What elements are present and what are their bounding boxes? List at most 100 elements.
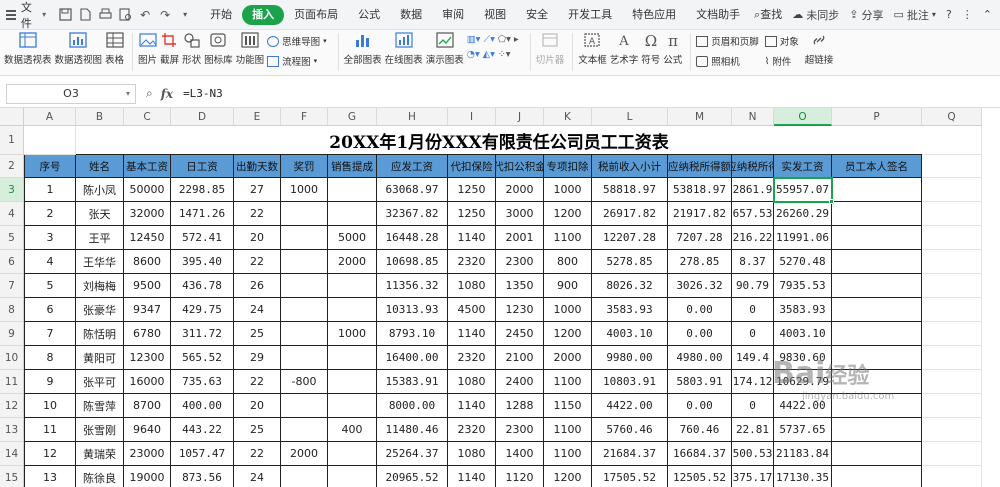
pivot-chart-button[interactable]: 数据透视图 <box>55 30 102 66</box>
table-cell[interactable]: 32367.82 <box>377 202 448 226</box>
table-cell[interactable]: 24 <box>234 466 281 487</box>
table-cell[interactable]: 657.53 <box>732 202 774 226</box>
grid-cell[interactable] <box>24 126 76 155</box>
table-cell[interactable] <box>832 274 922 298</box>
grid-cell[interactable] <box>922 202 982 226</box>
table-cell[interactable] <box>328 202 377 226</box>
table-cell[interactable]: 2298.85 <box>171 178 234 202</box>
table-cell[interactable]: 58818.97 <box>592 178 668 202</box>
table-cell[interactable]: 1 <box>24 178 76 202</box>
grid-cell[interactable] <box>922 250 982 274</box>
row-header-12[interactable]: 12 <box>0 394 24 418</box>
table-cell[interactable] <box>832 322 922 346</box>
table-cell[interactable]: 5737.65 <box>774 418 832 442</box>
table-cell[interactable]: 27 <box>234 178 281 202</box>
table-cell[interactable]: 张天 <box>76 202 124 226</box>
table-cell[interactable]: 12450 <box>124 226 171 250</box>
table-cell[interactable]: 5278.85 <box>592 250 668 274</box>
table-cell[interactable]: 陈徐良 <box>76 466 124 487</box>
table-header-cell[interactable]: 员工本人签名 <box>832 155 922 178</box>
icon-library-button[interactable]: 图标库 <box>204 30 233 66</box>
table-cell[interactable]: 2000 <box>496 178 544 202</box>
table-cell[interactable]: 16448.28 <box>377 226 448 250</box>
table-header-cell[interactable]: 奖罚 <box>281 155 328 178</box>
table-cell[interactable]: 3 <box>24 226 76 250</box>
table-cell[interactable]: 2320 <box>448 418 496 442</box>
table-cell[interactable]: 572.41 <box>171 226 234 250</box>
grid-cell[interactable] <box>922 298 982 322</box>
table-cell[interactable]: 2300 <box>496 418 544 442</box>
row-header-8[interactable]: 8 <box>0 298 24 322</box>
table-cell[interactable]: 3583.93 <box>774 298 832 322</box>
table-cell[interactable]: 7207.28 <box>668 226 732 250</box>
table-cell[interactable]: 1080 <box>448 370 496 394</box>
table-header-cell[interactable]: 基本工资 <box>124 155 171 178</box>
header-footer-button[interactable]: 页眉和页脚 <box>696 34 759 48</box>
table-cell[interactable]: 黄阳可 <box>76 346 124 370</box>
tab-developer[interactable]: 开发工具 <box>558 5 622 25</box>
table-cell[interactable]: 4500 <box>448 298 496 322</box>
tab-formulas[interactable]: 公式 <box>348 5 390 25</box>
table-header-cell[interactable]: 实发工资 <box>774 155 832 178</box>
table-cell[interactable]: 2320 <box>448 346 496 370</box>
table-cell[interactable]: 20965.52 <box>377 466 448 487</box>
table-cell[interactable]: 11991.06 <box>774 226 832 250</box>
table-cell[interactable]: 17505.52 <box>592 466 668 487</box>
tab-review[interactable]: 审阅 <box>432 5 474 25</box>
column-header-h[interactable]: H <box>377 108 448 126</box>
table-cell[interactable]: 55957.07 <box>774 178 832 202</box>
table-cell[interactable]: 刘梅梅 <box>76 274 124 298</box>
table-header-cell[interactable]: 代扣保险 <box>448 155 496 178</box>
fx-icon[interactable]: fx <box>161 87 173 101</box>
grid-cell[interactable] <box>922 274 982 298</box>
table-cell[interactable] <box>832 298 922 322</box>
textbox-button[interactable]: A 文本框 <box>578 30 607 66</box>
table-cell[interactable]: 22 <box>234 442 281 466</box>
table-cell[interactable]: 278.85 <box>668 250 732 274</box>
table-cell[interactable]: 26917.82 <box>592 202 668 226</box>
table-cell[interactable]: 4003.10 <box>592 322 668 346</box>
table-cell[interactable]: 1140 <box>448 394 496 418</box>
grid-cell[interactable] <box>922 155 982 178</box>
table-cell[interactable]: 174.12 <box>732 370 774 394</box>
table-cell[interactable]: 2100 <box>496 346 544 370</box>
column-header-k[interactable]: K <box>544 108 592 126</box>
function-chart-button[interactable]: 功能图 <box>236 30 264 66</box>
table-cell[interactable]: 1140 <box>448 466 496 487</box>
table-cell[interactable] <box>328 298 377 322</box>
table-cell[interactable]: 735.63 <box>171 370 234 394</box>
table-cell[interactable]: 25264.37 <box>377 442 448 466</box>
table-cell[interactable] <box>281 466 328 487</box>
table-cell[interactable]: 2400 <box>496 370 544 394</box>
table-cell[interactable]: 8000.00 <box>377 394 448 418</box>
table-cell[interactable] <box>281 346 328 370</box>
table-cell[interactable]: 1057.47 <box>171 442 234 466</box>
table-cell[interactable]: -800 <box>281 370 328 394</box>
table-header-cell[interactable]: 姓名 <box>76 155 124 178</box>
table-cell[interactable]: 12505.52 <box>668 466 732 487</box>
table-cell[interactable]: 9500 <box>124 274 171 298</box>
table-cell[interactable]: 10698.85 <box>377 250 448 274</box>
slicer-button[interactable]: 切片器 <box>536 30 564 66</box>
table-cell[interactable]: 3000 <box>496 202 544 226</box>
table-cell[interactable]: 1120 <box>496 466 544 487</box>
table-cell[interactable] <box>281 394 328 418</box>
table-cell[interactable]: 0.00 <box>668 394 732 418</box>
table-cell[interactable]: 2450 <box>496 322 544 346</box>
table-header-cell[interactable]: 日工资 <box>171 155 234 178</box>
help-button[interactable]: ? <box>946 8 952 21</box>
row-header-5[interactable]: 5 <box>0 226 24 250</box>
grid-cell[interactable] <box>922 346 982 370</box>
table-cell[interactable]: 16000 <box>124 370 171 394</box>
table-cell[interactable]: 800 <box>544 250 592 274</box>
tab-data[interactable]: 数据 <box>390 5 432 25</box>
table-cell[interactable]: 1200 <box>544 466 592 487</box>
table-cell[interactable] <box>328 394 377 418</box>
table-cell[interactable] <box>832 226 922 250</box>
table-cell[interactable]: 5760.46 <box>592 418 668 442</box>
table-cell[interactable]: 8700 <box>124 394 171 418</box>
table-cell[interactable]: 17130.35 <box>774 466 832 487</box>
table-cell[interactable]: 1100 <box>544 226 592 250</box>
table-cell[interactable]: 1000 <box>544 298 592 322</box>
table-cell[interactable]: 4980.00 <box>668 346 732 370</box>
